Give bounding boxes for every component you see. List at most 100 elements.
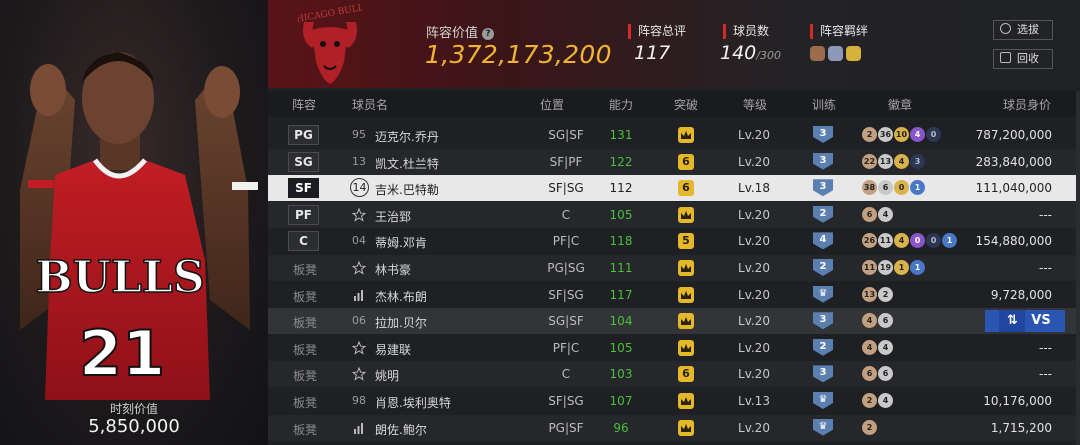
col-badges[interactable]: 徽章 — [888, 96, 912, 113]
badge-list[interactable]: 66 — [862, 366, 893, 382]
lineup-slot[interactable]: SG — [288, 151, 319, 172]
player-ability: 118 — [609, 234, 633, 249]
col-ability[interactable]: 能力 — [609, 96, 633, 113]
player-name[interactable]: 杰林.布朗 — [375, 288, 427, 305]
training-level[interactable]: 3 — [813, 179, 833, 197]
badge-list[interactable]: 13 2 — [862, 286, 893, 302]
breakthrough-badge[interactable]: 6 — [678, 180, 694, 197]
col-position[interactable]: 位置 — [540, 96, 564, 113]
col-training[interactable]: 训练 — [812, 96, 836, 113]
player-name[interactable]: 朗佐.鲍尔 — [375, 421, 427, 438]
badge-list[interactable]: 2 36 10 4 0 — [862, 127, 941, 142]
lineup-slot[interactable]: PG — [288, 125, 319, 145]
bond-icons[interactable] — [810, 46, 861, 61]
badge-list[interactable]: 11 19 1 1 — [862, 260, 925, 275]
col-level[interactable]: 等级 — [743, 96, 767, 113]
lineup-slot[interactable]: SF — [288, 178, 319, 199]
badge-icon: 1 — [910, 180, 925, 196]
breakthrough-crown-icon[interactable] — [678, 339, 694, 356]
bond-silver-icon[interactable] — [828, 46, 843, 61]
lineup-screen: BULLS 21 时刻价值 5,850,000 CHICAGO BULLS 阵容… — [0, 0, 1080, 445]
training-level[interactable]: 2 — [813, 259, 833, 276]
breakthrough-crown-icon[interactable] — [678, 127, 694, 143]
player-name[interactable]: 凯文.杜兰特 — [375, 155, 439, 172]
player-name[interactable]: 姚明 — [375, 367, 399, 384]
table-row[interactable]: 板凳 98 肖恩.埃利奥特 SF|SG 107 Lv.13 ♛ 2 4 10,176,000 — [268, 388, 1080, 414]
training-level[interactable]: 4 — [813, 232, 833, 250]
player-position: PF|C — [552, 234, 580, 249]
table-row[interactable]: SF 14 吉米.巴特勒 SF|SG 112 6 Lv.18 3 38 6 0 1 111,040,00… — [268, 175, 1080, 202]
training-level[interactable]: 2 — [813, 338, 833, 356]
breakthrough-badge[interactable]: 6 — [678, 366, 694, 383]
col-breakthrough[interactable]: 突破 — [674, 96, 698, 113]
table-row[interactable]: 板凳 06 拉加.贝尔 SG|SF 104 Lv.20 3 4 6 ⇅ VS — [268, 308, 1080, 335]
recycle-button[interactable]: 回收 — [993, 49, 1053, 69]
lineup-bond-stat[interactable]: 阵容羁绊 — [810, 20, 868, 61]
breakthrough-crown-icon[interactable] — [678, 313, 694, 330]
table-row[interactable]: PG 95 迈克尔.乔丹 SG|SF 131 Lv.20 3 2 36 10 4 0 787,200,0… — [268, 122, 1080, 148]
select-button[interactable]: 选拔 — [993, 20, 1053, 40]
training-level[interactable]: 2 — [813, 205, 833, 223]
lineup-slot[interactable]: C — [288, 231, 319, 252]
table-row[interactable]: PF 王治郅 C 105 Lv.20 2 6 4 --- — [268, 202, 1080, 228]
badge-list[interactable]: 38 6 0 1 — [862, 180, 925, 196]
compare-vs-button[interactable]: ⇅ VS — [985, 310, 1065, 333]
badge-list[interactable]: 2 — [862, 419, 877, 435]
table-row[interactable]: SG 13 凯文.杜兰特 SF|PF 122 6 Lv.20 3 22 13 4 3 283,840,0… — [268, 149, 1080, 175]
table-row[interactable]: 板凳 易建联 PF|C 105 Lv.20 2 4 4 --- — [268, 335, 1080, 361]
badge-list[interactable]: 44 — [862, 339, 893, 355]
player-position: PF|C — [552, 340, 580, 355]
col-lineup[interactable]: 阵容 — [292, 96, 316, 113]
training-crown-icon[interactable]: ♛ — [813, 285, 833, 303]
badge-list[interactable]: 22 13 4 3 — [862, 153, 925, 169]
player-name[interactable]: 林书豪 — [375, 261, 411, 278]
breakthrough-crown-icon[interactable] — [678, 393, 694, 409]
lineup-slot[interactable]: PF — [288, 204, 319, 225]
col-player-name[interactable]: 球员名 — [352, 96, 388, 113]
breakthrough-crown-icon[interactable] — [678, 260, 694, 276]
bench-label: 板凳 — [293, 289, 318, 304]
player-name[interactable]: 王治郅 — [375, 208, 411, 225]
breakthrough-badge[interactable]: 5 — [678, 233, 694, 250]
training-crown-icon[interactable]: ♛ — [813, 392, 833, 409]
player-name[interactable]: 吉米.巴特勒 — [375, 181, 439, 198]
table-row[interactable]: 板凳 朗佐.鲍尔 PG|SF 96 Lv.20 ♛ 2 1,715,200 — [268, 415, 1080, 441]
player-name[interactable]: 易建联 — [375, 341, 411, 358]
bars-icon — [354, 422, 363, 434]
table-row[interactable]: 板凳 杰林.布朗 SF|SG 117 Lv.20 ♛ 13 2 9,728,000 — [268, 282, 1080, 308]
player-ability: 105 — [609, 340, 633, 355]
badge-list[interactable]: 64 — [862, 206, 893, 222]
player-name[interactable]: 迈克尔.乔丹 — [375, 128, 439, 145]
star-icon — [352, 261, 366, 275]
badge-list[interactable]: 24 — [862, 393, 893, 408]
badge-icon: 1 — [942, 233, 957, 249]
training-level[interactable]: 3 — [813, 365, 833, 383]
help-icon[interactable]: ? — [482, 28, 495, 40]
bond-bronze-icon[interactable] — [810, 46, 825, 61]
player-level: Lv.18 — [738, 181, 770, 196]
bond-gold-icon[interactable] — [846, 46, 861, 61]
badge-list[interactable]: 46 — [862, 313, 893, 329]
badge-list[interactable]: 26 11 4 0 0 1 — [862, 233, 957, 249]
breakthrough-crown-icon[interactable] — [678, 206, 694, 223]
badge-icon: 3 — [910, 153, 925, 169]
training-crown-icon[interactable]: ♛ — [813, 418, 833, 436]
badge-icon: 26 — [862, 233, 877, 249]
breakthrough-crown-icon[interactable] — [678, 419, 694, 436]
player-name[interactable]: 肖恩.埃利奥特 — [375, 394, 451, 411]
table-row[interactable]: 板凳 林书豪 PG|SG 111 Lv.20 2 11 19 1 1 --- — [268, 255, 1080, 281]
player-name[interactable]: 拉加.贝尔 — [375, 314, 427, 331]
featured-player-panel: BULLS 21 时刻价值 5,850,000 — [0, 0, 268, 445]
col-player-value[interactable]: 球员身价 — [1003, 96, 1051, 113]
badge-icon: 4 — [894, 153, 909, 169]
table-row[interactable]: 板凳 姚明 C 103 6 Lv.20 3 6 6 --- — [268, 361, 1080, 387]
breakthrough-crown-icon[interactable] — [678, 286, 694, 303]
training-level[interactable]: 3 — [813, 312, 833, 330]
player-name[interactable]: 蒂姆.邓肯 — [375, 234, 427, 251]
table-scrollbar[interactable] — [1076, 91, 1080, 445]
training-level[interactable]: 3 — [813, 126, 833, 143]
table-row[interactable]: C 04 蒂姆.邓肯 PF|C 118 5 Lv.20 4 26 11 4 0 0 1 154,880,00… — [268, 228, 1080, 254]
badge-icon: 0 — [910, 233, 925, 249]
breakthrough-badge[interactable]: 6 — [678, 153, 694, 170]
training-level[interactable]: 3 — [813, 152, 833, 170]
